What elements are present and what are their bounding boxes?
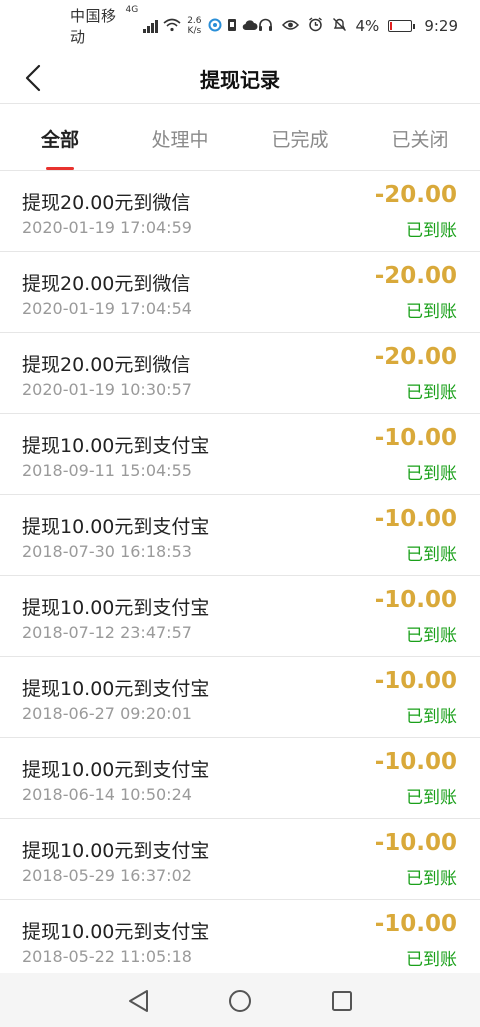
tab-closed[interactable]: 已关闭 <box>360 125 480 152</box>
record-amount: -20.00 <box>374 182 457 208</box>
record-title: 提现20.00元到微信 <box>22 273 191 295</box>
record-title: 提现10.00元到支付宝 <box>22 516 210 538</box>
tab-completed[interactable]: 已完成 <box>240 125 360 152</box>
record-amount: -10.00 <box>374 425 457 451</box>
signal-icon <box>143 19 159 33</box>
headphones-icon <box>258 18 273 35</box>
record-amount: -10.00 <box>374 830 457 856</box>
record-title: 提现10.00元到支付宝 <box>22 678 210 700</box>
list-item[interactable]: 提现20.00元到微信 2020-01-19 10:30:57 -20.00 已… <box>0 333 480 414</box>
record-title: 提现20.00元到微信 <box>22 354 191 376</box>
record-amount: -10.00 <box>374 749 457 775</box>
record-status: 已到账 <box>406 464 457 484</box>
network-speed: 2.6 K/s <box>186 16 202 36</box>
app-notification-icon <box>208 18 222 35</box>
record-status: 已到账 <box>406 707 457 727</box>
triangle-back-icon <box>125 987 153 1019</box>
list-item[interactable]: 提现10.00元到支付宝 2018-07-12 23:47:57 -10.00 … <box>0 576 480 657</box>
record-date: 2018-09-11 15:04:55 <box>22 461 192 480</box>
record-amount: -10.00 <box>374 911 457 937</box>
record-title: 提现10.00元到支付宝 <box>22 759 210 781</box>
record-status: 已到账 <box>406 545 457 565</box>
record-amount: -10.00 <box>374 668 457 694</box>
cloud-icon <box>242 19 258 34</box>
filter-tabs: 全部 处理中 已完成 已关闭 <box>0 105 480 171</box>
record-date: 2018-05-29 16:37:02 <box>22 866 192 885</box>
nav-recent-button[interactable] <box>328 987 356 1015</box>
withdrawal-record-list: 提现20.00元到微信 2020-01-19 17:04:59 -20.00 已… <box>0 171 480 981</box>
record-status: 已到账 <box>406 383 457 403</box>
list-item[interactable]: 提现10.00元到支付宝 2018-07-30 16:18:53 -10.00 … <box>0 495 480 576</box>
alarm-icon <box>308 17 323 35</box>
record-date: 2018-06-27 09:20:01 <box>22 704 192 723</box>
wifi-icon <box>163 18 181 35</box>
list-item[interactable]: 提现10.00元到支付宝 2018-06-27 09:20:01 -10.00 … <box>0 657 480 738</box>
record-status: 已到账 <box>406 302 457 322</box>
network-type-label: 4G <box>125 5 139 15</box>
record-date: 2018-05-22 11:05:18 <box>22 947 192 966</box>
app-header: 提现记录 <box>0 52 480 104</box>
nav-home-button[interactable] <box>226 987 254 1015</box>
record-amount: -10.00 <box>374 587 457 613</box>
list-item[interactable]: 提现10.00元到支付宝 2018-09-11 15:04:55 -10.00 … <box>0 414 480 495</box>
record-amount: -20.00 <box>374 344 457 370</box>
tab-processing[interactable]: 处理中 <box>120 125 240 152</box>
list-item[interactable]: 提现10.00元到支付宝 2018-05-29 16:37:02 -10.00 … <box>0 819 480 900</box>
record-title: 提现10.00元到支付宝 <box>22 435 210 457</box>
status-bar: 中国移动 4G 2.6 K/s 4% 9:29 <box>0 0 480 52</box>
record-status: 已到账 <box>406 788 457 808</box>
record-amount: -10.00 <box>374 506 457 532</box>
record-status: 已到账 <box>406 626 457 646</box>
record-date: 2020-01-19 17:04:54 <box>22 299 192 318</box>
battery-percent: 4% <box>355 17 380 35</box>
network-speed-unit: K/s <box>187 26 202 36</box>
record-date: 2018-06-14 10:50:24 <box>22 785 192 804</box>
active-tab-indicator <box>46 167 74 170</box>
record-status: 已到账 <box>406 950 457 970</box>
list-item[interactable]: 提现10.00元到支付宝 2018-06-14 10:50:24 -10.00 … <box>0 738 480 819</box>
circle-home-icon <box>226 987 254 1019</box>
tab-all[interactable]: 全部 <box>0 125 120 152</box>
record-status: 已到账 <box>406 869 457 889</box>
page-title: 提现记录 <box>200 68 280 92</box>
clock-time: 9:29 <box>424 17 458 35</box>
battery-icon <box>388 20 416 32</box>
record-date: 2018-07-30 16:18:53 <box>22 542 192 561</box>
record-title: 提现10.00元到支付宝 <box>22 840 210 862</box>
list-item[interactable]: 提现10.00元到支付宝 2018-05-22 11:05:18 -10.00 … <box>0 900 480 981</box>
record-date: 2020-01-19 10:30:57 <box>22 380 192 399</box>
network-speed-value: 2.6 <box>187 16 202 26</box>
record-title: 提现10.00元到支付宝 <box>22 921 210 943</box>
record-title: 提现10.00元到支付宝 <box>22 597 210 619</box>
carrier-label: 中国移动 <box>70 7 117 46</box>
list-item[interactable]: 提现20.00元到微信 2020-01-19 17:04:54 -20.00 已… <box>0 252 480 333</box>
square-recent-icon <box>328 987 356 1019</box>
nav-back-button[interactable] <box>125 987 153 1015</box>
record-date: 2020-01-19 17:04:59 <box>22 218 192 237</box>
record-date: 2018-07-12 23:47:57 <box>22 623 192 642</box>
record-status: 已到账 <box>406 221 457 241</box>
system-nav-bar <box>0 973 480 1027</box>
record-amount: -20.00 <box>374 263 457 289</box>
mute-bell-icon <box>332 17 347 35</box>
record-title: 提现20.00元到微信 <box>22 192 191 214</box>
sim-card-icon <box>227 18 237 35</box>
status-bar-left: 中国移动 4G 2.6 K/s <box>70 5 258 47</box>
list-item[interactable]: 提现20.00元到微信 2020-01-19 17:04:59 -20.00 已… <box>0 171 480 252</box>
eye-icon <box>281 19 299 34</box>
status-bar-right: 4% 9:29 <box>258 17 458 35</box>
